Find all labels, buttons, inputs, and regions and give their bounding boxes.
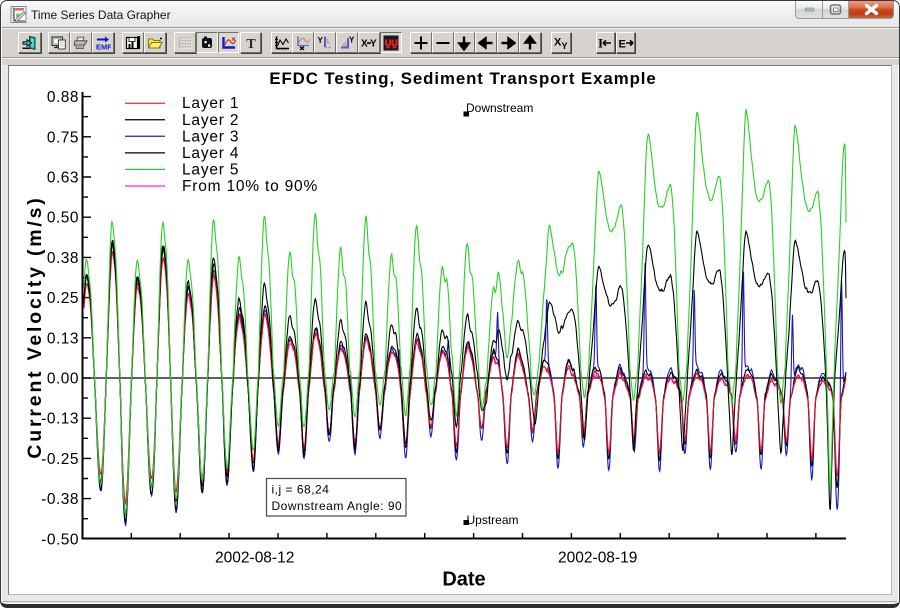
svg-text:2002-08-19: 2002-08-19 [558,550,637,567]
svg-text:i,j = 68,24: i,j = 68,24 [272,483,330,497]
svg-text:-0.50: -0.50 [41,531,79,548]
svg-text:-0.13: -0.13 [41,411,79,428]
svg-text:-0.25: -0.25 [41,451,79,468]
svg-text:0.63: 0.63 [47,170,79,187]
svg-text:Layer 3: Layer 3 [182,128,239,145]
svg-text:EFDC Testing, Sediment Transpo: EFDC Testing, Sediment Transport Example [269,69,656,88]
svg-text:Layer 5: Layer 5 [182,161,239,178]
svg-text:Upstream: Upstream [467,513,519,527]
svg-text:Layer 4: Layer 4 [182,145,239,162]
svg-text:0.88: 0.88 [47,89,79,106]
svg-text:0.13: 0.13 [47,330,79,347]
svg-text:Downstream: Downstream [466,101,533,115]
svg-text:Downstream Angle: 90: Downstream Angle: 90 [272,499,403,513]
svg-text:Current Velocity (m/s): Current Velocity (m/s) [24,195,46,458]
svg-text:0.38: 0.38 [47,250,79,267]
svg-text:0.25: 0.25 [47,290,79,307]
svg-text:From 10% to 90%: From 10% to 90% [182,178,318,195]
svg-text:Layer 1: Layer 1 [182,95,239,112]
svg-text:0.75: 0.75 [47,129,79,146]
svg-text:0.00: 0.00 [47,371,79,388]
svg-text:-0.38: -0.38 [41,491,79,508]
svg-text:2002-08-12: 2002-08-12 [215,550,294,567]
svg-text:Date: Date [442,569,485,591]
svg-text:Layer 2: Layer 2 [182,112,239,129]
svg-text:0.50: 0.50 [47,210,79,227]
